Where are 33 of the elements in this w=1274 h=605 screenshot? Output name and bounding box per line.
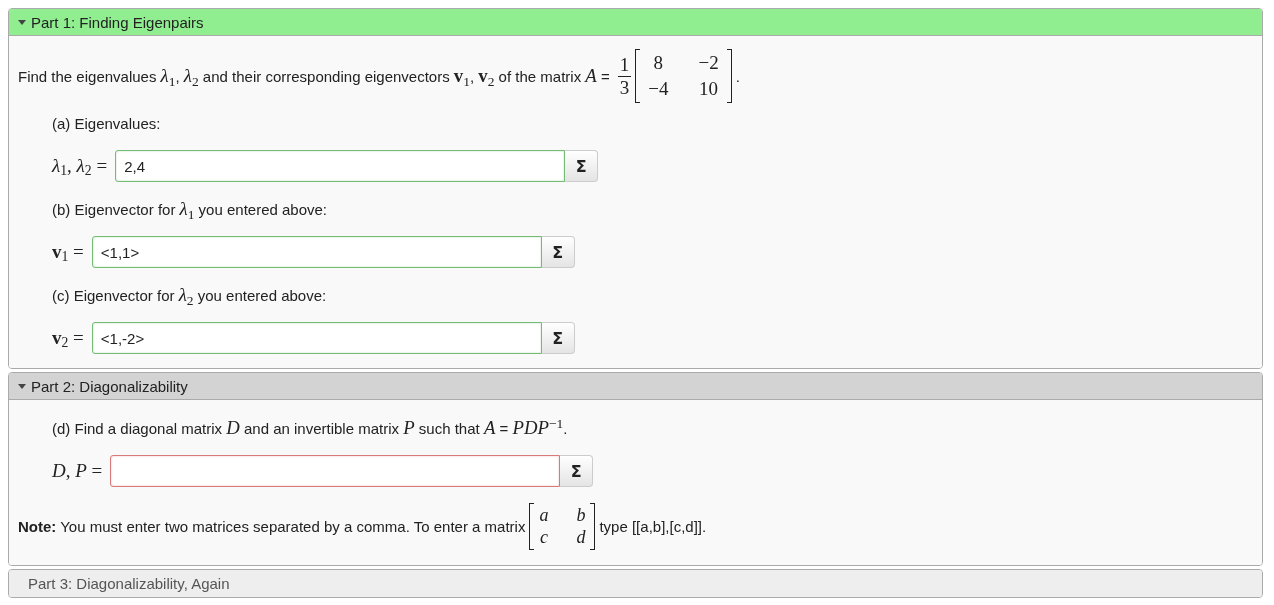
answer-label: v$_{2}$ = (52, 326, 84, 350)
sigma-button[interactable]: Σ (560, 455, 594, 487)
question-prompt: (d) Find a diagonal matrix D and an invertible matrix P such that A = PDP$^{−1}$. (52, 419, 568, 439)
fraction-denominator: 3 (618, 76, 631, 99)
matrix-entry: d (576, 527, 586, 547)
sigma-button[interactable]: Σ (541, 236, 575, 268)
matrix-entry: b (576, 505, 586, 525)
question-prompt: (b) Eigenvector for λ$_{1}$ you entered above: (52, 200, 328, 220)
question-prompt: (a) Eigenvalues: (52, 114, 161, 134)
question-prompt: (c) Eigenvector for λ$_{2}$ you entered above: (52, 286, 327, 306)
note-text: Note: You must enter two matrices separated by a comma. To enter a matrix (18, 517, 526, 535)
section-header[interactable]: Part 1: Finding Eigenpairs (9, 9, 1262, 35)
section-header[interactable]: Part 3: Diagonalizability, Again (9, 570, 1262, 597)
fraction-numerator: 1 (617, 53, 632, 77)
matrix-entry: c (539, 527, 548, 547)
answer-label: v$_{1}$ = (52, 240, 84, 264)
matrix-entry: 10 (699, 78, 719, 100)
matrix-entry: −4 (648, 78, 669, 100)
section-header[interactable]: Part 2: Diagonalizability (9, 373, 1262, 399)
sigma-button[interactable]: Σ (541, 322, 575, 354)
answer-field[interactable]: <1,1> (91, 236, 542, 268)
answer-field[interactable] (110, 455, 561, 487)
sigma-button[interactable]: Σ (565, 150, 599, 182)
answer-label: D, P = (52, 459, 103, 483)
question-text: . (735, 67, 740, 85)
answer-label: λ$_{1}$, λ$_{2}$ = (52, 154, 108, 178)
matrix-entry: 8 (653, 52, 664, 74)
question-text: Find the eigenvalues λ$_{1}$, λ$_{2}$ and their corresponding eigenvectors v$_{1}$, v$_{2}$ of the matrix A = (18, 67, 610, 85)
matrix-entry: a (539, 505, 549, 525)
answer-field[interactable]: <1,-2> (91, 322, 542, 354)
answer-field[interactable]: 2,4 (115, 150, 566, 182)
note-text: type [[a,b],[c,d]]. (599, 517, 707, 535)
matrix-entry: −2 (698, 52, 719, 74)
